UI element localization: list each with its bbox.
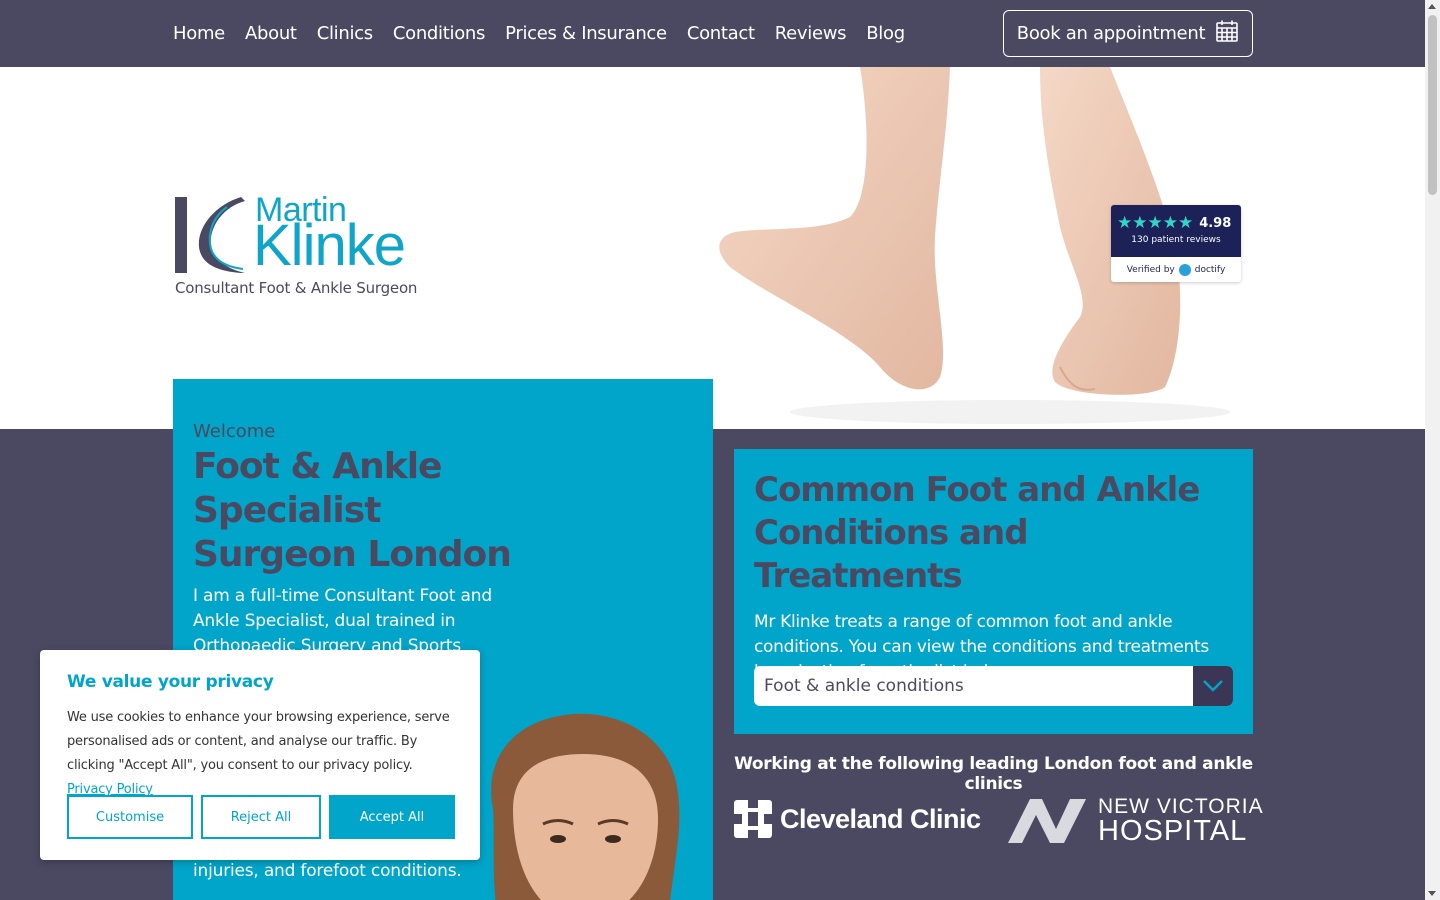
main-nav: Home About Clinics Conditions Prices & I… bbox=[173, 0, 925, 67]
reject-all-button[interactable]: Reject All bbox=[201, 795, 321, 839]
conditions-title: Common Foot and Ankle Conditions and Tre… bbox=[754, 470, 1200, 596]
verified-by-doctify: Verified by doctify bbox=[1111, 257, 1241, 282]
nav-about[interactable]: About bbox=[245, 23, 297, 44]
clinics-heading: Working at the following leading London … bbox=[734, 754, 1253, 794]
site-header: Home About Clinics Conditions Prices & I… bbox=[0, 0, 1425, 67]
conditions-panel: Common Foot and Ankle Conditions and Tre… bbox=[734, 449, 1253, 734]
accept-all-button[interactable]: Accept All bbox=[329, 795, 455, 839]
new-victoria-hospital-logo[interactable]: NEW VICTORIA HOSPITAL bbox=[1008, 796, 1264, 846]
verified-label: Verified by bbox=[1126, 264, 1175, 275]
welcome-body: I am a full-time Consultant Foot and Ank… bbox=[193, 586, 492, 656]
surgeon-portrait-image bbox=[491, 713, 680, 900]
nav-blog[interactable]: Blog bbox=[866, 23, 905, 44]
welcome-title: Foot & Ankle Specialist Surgeon London bbox=[193, 446, 512, 575]
customise-button[interactable]: Customise bbox=[67, 795, 193, 839]
nav-reviews[interactable]: Reviews bbox=[775, 23, 847, 44]
nav-prices-insurance[interactable]: Prices & Insurance bbox=[505, 23, 667, 44]
logo-last-name: Klinke bbox=[253, 213, 406, 278]
cleveland-cross-icon bbox=[734, 800, 772, 838]
conditions-select-value: Foot & ankle conditions bbox=[764, 676, 964, 696]
nvh-line-2: HOSPITAL bbox=[1098, 815, 1248, 847]
book-appointment-button[interactable]: Book an appointment bbox=[1003, 10, 1253, 57]
klinke-k-logo-mark bbox=[175, 197, 245, 273]
doctify-brand: doctify bbox=[1194, 264, 1226, 275]
rating-score: 4.98 bbox=[1199, 215, 1232, 231]
welcome-body-tail: injuries, and forefoot conditions. bbox=[193, 861, 462, 881]
scroll-down-arrow-icon[interactable] bbox=[1428, 891, 1436, 896]
cookie-consent-banner: We value your privacy We use cookies to … bbox=[40, 650, 480, 860]
cookie-actions: Customise Reject All Accept All bbox=[67, 795, 455, 839]
nav-home[interactable]: Home bbox=[173, 23, 225, 44]
star-rating-icon: ★★★★★ 4.98 bbox=[1117, 213, 1235, 233]
book-appointment-label: Book an appointment bbox=[1016, 23, 1206, 44]
nav-conditions[interactable]: Conditions bbox=[393, 23, 486, 44]
site-logo[interactable]: Martin Klinke Consultant Foot & Ankle Su… bbox=[175, 191, 418, 305]
nvh-line-1: NEW VICTORIA bbox=[1098, 795, 1264, 818]
cookie-title: We value your privacy bbox=[67, 672, 274, 692]
cleveland-clinic-name: Cleveland Clinic bbox=[780, 803, 981, 834]
nav-contact[interactable]: Contact bbox=[687, 23, 755, 44]
calendar-icon bbox=[1215, 19, 1239, 48]
chevron-down-icon[interactable] bbox=[1193, 666, 1233, 706]
scroll-up-arrow-icon[interactable] bbox=[1428, 4, 1436, 9]
cookie-body-text: We use cookies to enhance your browsing … bbox=[67, 710, 450, 773]
conditions-select[interactable]: Foot & ankle conditions bbox=[754, 666, 1233, 706]
nvh-wordmark: NEW VICTORIA HOSPITAL bbox=[1098, 796, 1264, 846]
rating-summary: ★★★★★ 4.98 130 patient reviews bbox=[1111, 205, 1241, 257]
logo-tagline: Consultant Foot & Ankle Surgeon bbox=[175, 279, 418, 297]
cleveland-clinic-logo[interactable]: Cleveland Clinic bbox=[734, 800, 981, 838]
page-scrollbar[interactable] bbox=[1425, 0, 1440, 900]
reviews-count: 130 patient reviews bbox=[1131, 235, 1221, 245]
scrollbar-thumb[interactable] bbox=[1428, 15, 1437, 195]
doctify-logo-icon bbox=[1178, 263, 1191, 276]
doctify-rating-badge[interactable]: ★★★★★ 4.98 130 patient reviews Verified … bbox=[1111, 205, 1241, 282]
stars-glyphs: ★★★★★ bbox=[1117, 213, 1194, 232]
nv-monogram-icon bbox=[1008, 799, 1086, 843]
hero-section: Martin Klinke Consultant Foot & Ankle Su… bbox=[0, 67, 1425, 429]
welcome-kicker: Welcome bbox=[193, 421, 276, 442]
nav-clinics[interactable]: Clinics bbox=[317, 23, 373, 44]
cookie-body: We use cookies to enhance your browsing … bbox=[67, 706, 453, 802]
